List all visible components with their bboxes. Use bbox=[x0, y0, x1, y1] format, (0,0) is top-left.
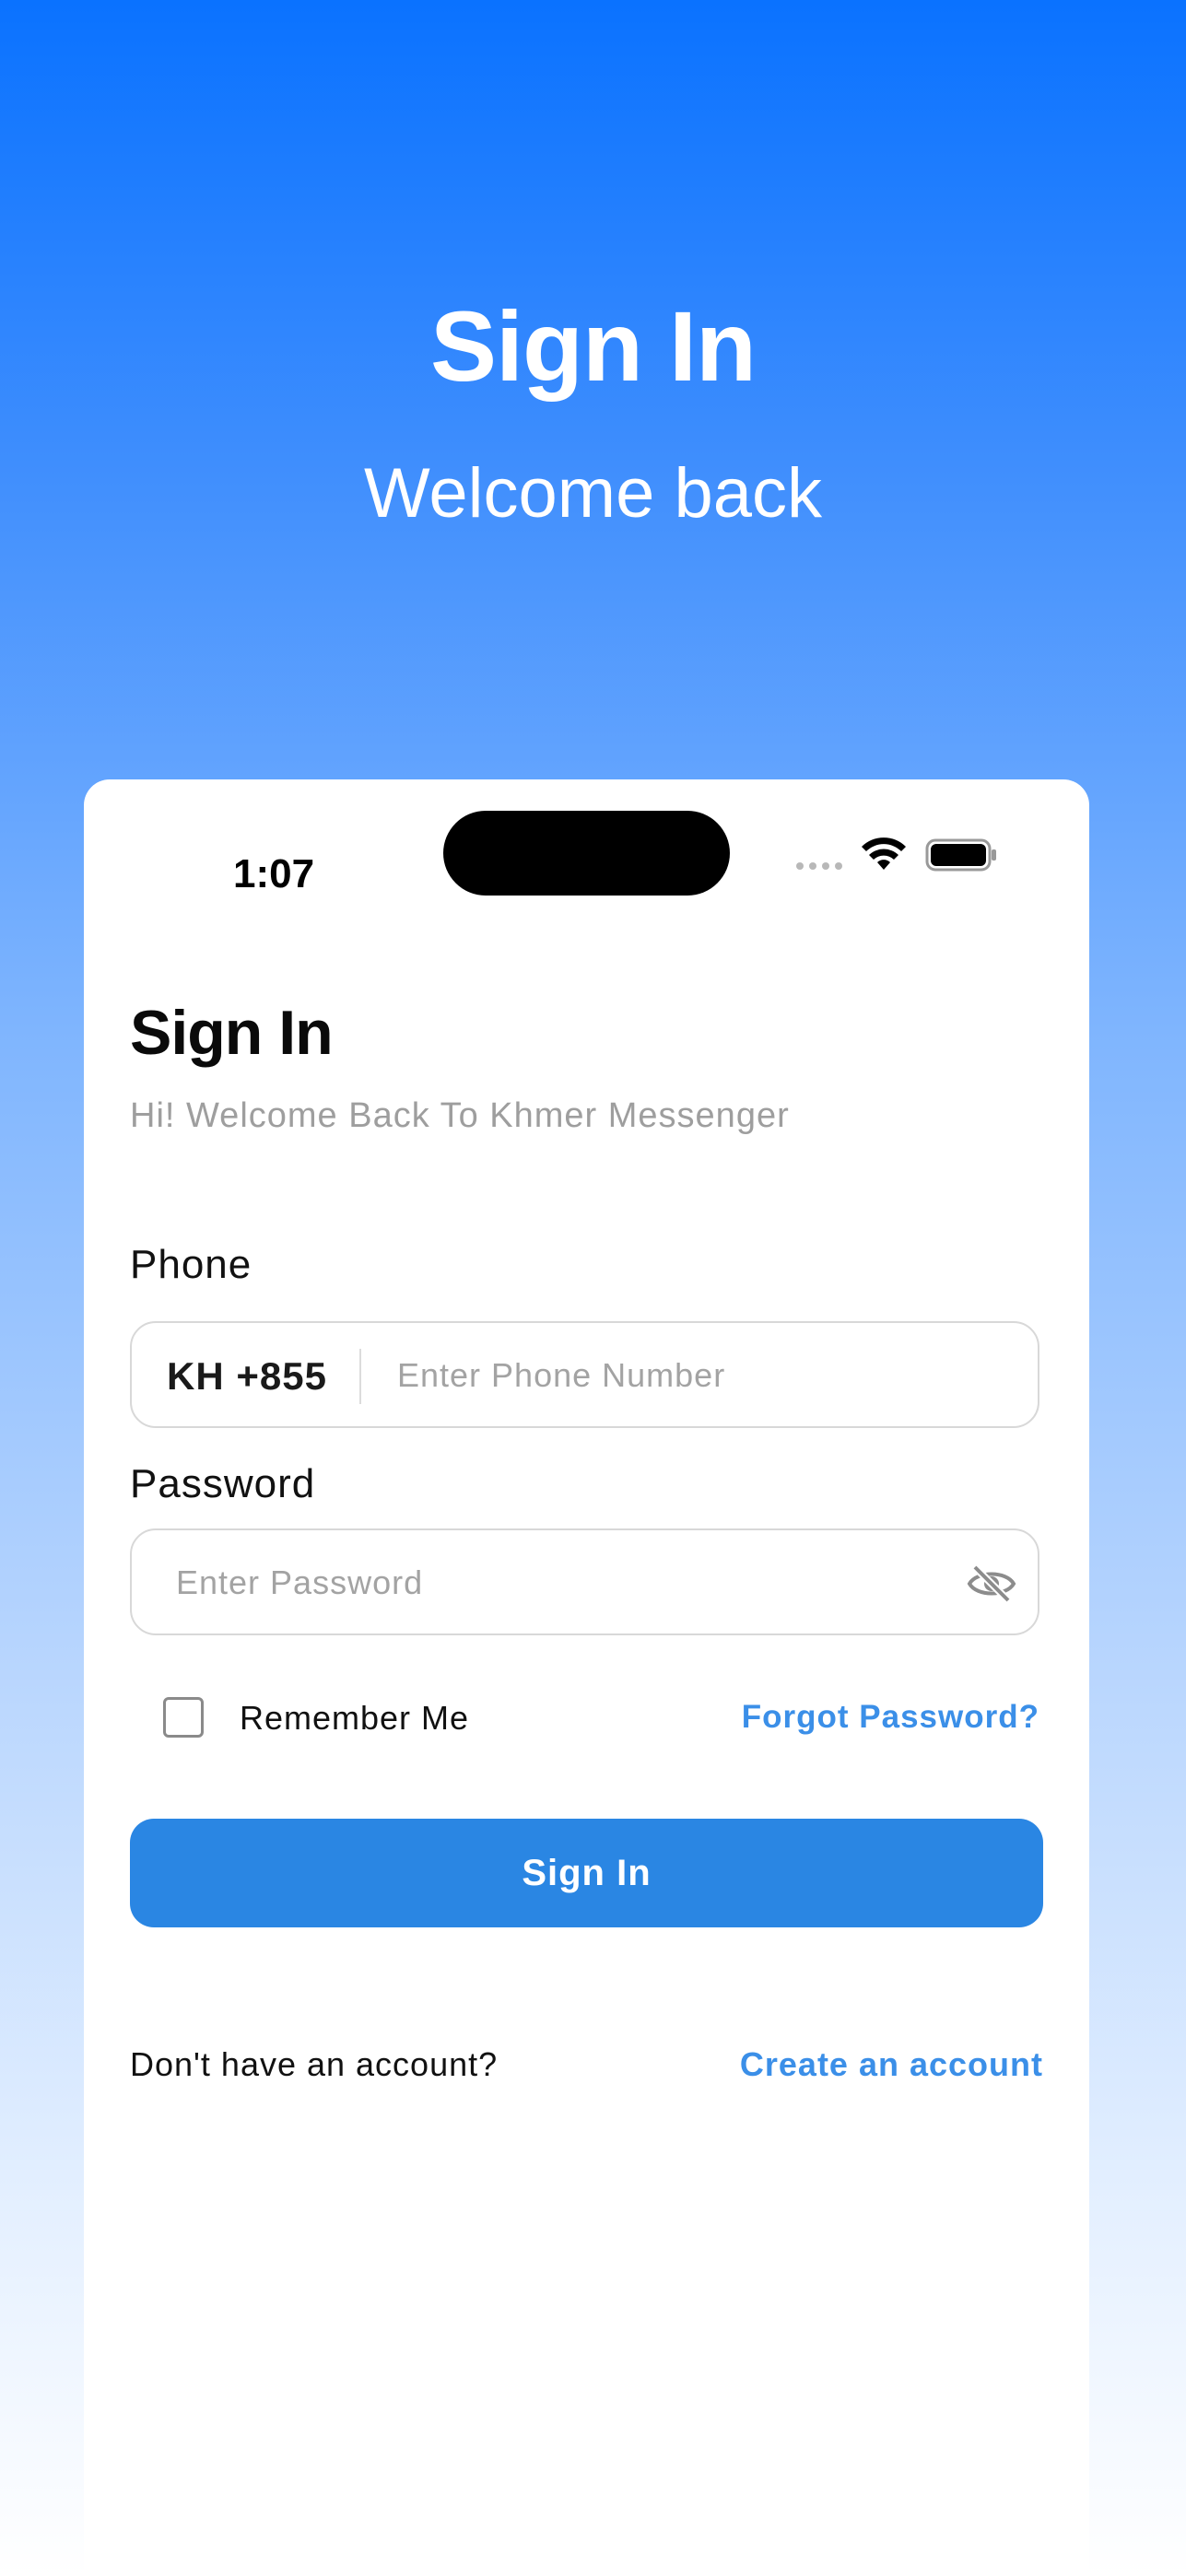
screen-title: Sign In bbox=[130, 998, 334, 1068]
remember-me-checkbox[interactable] bbox=[163, 1697, 204, 1738]
create-account-link[interactable]: Create an account bbox=[740, 2045, 1043, 2084]
password-field[interactable]: Enter Password bbox=[130, 1528, 1039, 1635]
phone-screen: 1:07 Sign In Hi! Welcome Back To Khmer M… bbox=[84, 779, 1089, 2576]
hero-title: Sign In bbox=[430, 290, 757, 402]
field-divider bbox=[359, 1349, 361, 1404]
remember-me-label[interactable]: Remember Me bbox=[240, 1699, 469, 1738]
cellular-signal-icon bbox=[796, 862, 842, 870]
phone-input[interactable]: Enter Phone Number bbox=[397, 1356, 725, 1395]
no-account-prompt: Don't have an account? bbox=[130, 2045, 499, 2083]
phone-label: Phone bbox=[130, 1242, 252, 1287]
status-time: 1:07 bbox=[233, 851, 315, 896]
hero-subtitle: Welcome back bbox=[363, 454, 822, 533]
eye-off-icon[interactable] bbox=[966, 1562, 1017, 1606]
forgot-password-link[interactable]: Forgot Password? bbox=[742, 1699, 1039, 1736]
phone-field[interactable]: KH +855 Enter Phone Number bbox=[130, 1321, 1039, 1428]
sign-in-button[interactable]: Sign In bbox=[130, 1819, 1043, 1927]
password-input[interactable]: Enter Password bbox=[176, 1563, 423, 1602]
wifi-icon bbox=[862, 837, 906, 870]
dynamic-island bbox=[443, 811, 730, 896]
country-code-selector[interactable]: KH +855 bbox=[167, 1354, 327, 1399]
screen-subtitle: Hi! Welcome Back To Khmer Messenger bbox=[130, 1096, 790, 1135]
password-label: Password bbox=[130, 1461, 316, 1506]
battery-icon bbox=[925, 838, 996, 872]
